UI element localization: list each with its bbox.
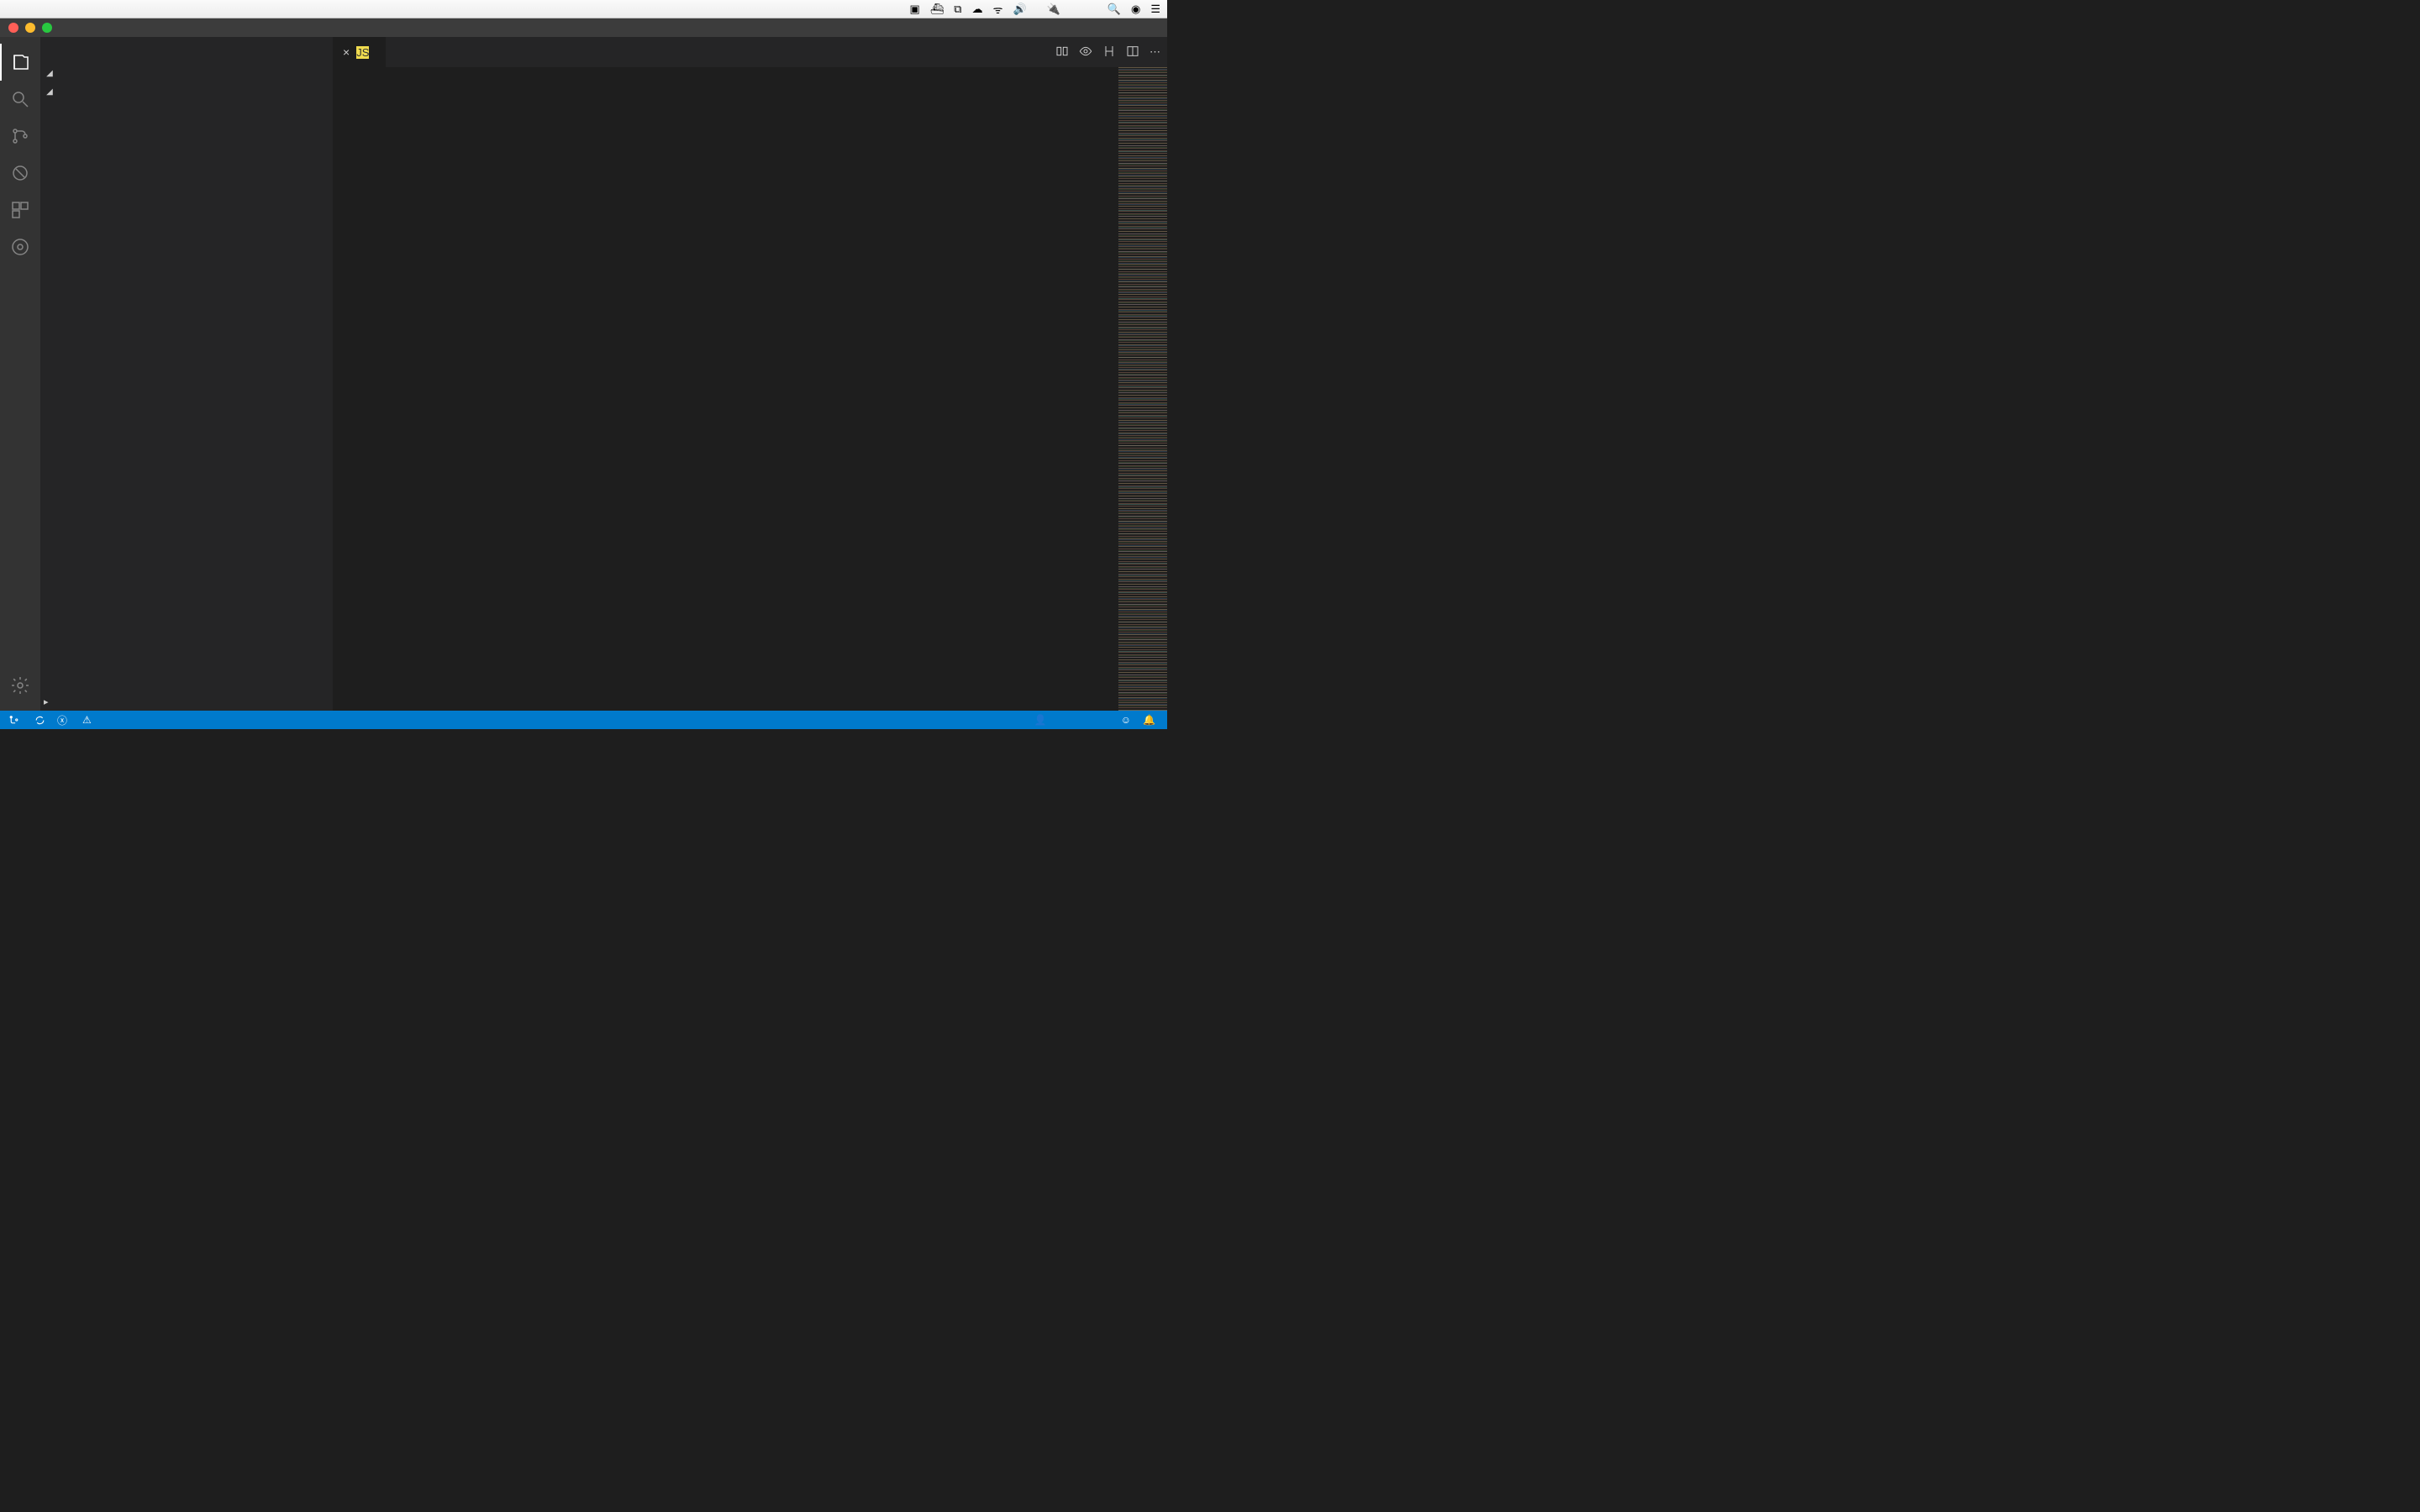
editor-content[interactable] bbox=[333, 67, 1167, 711]
window-titlebar bbox=[0, 18, 1167, 37]
notifications-button[interactable]: 🔔 bbox=[1143, 714, 1159, 726]
code-area[interactable] bbox=[380, 67, 1167, 711]
minimap[interactable] bbox=[1118, 67, 1167, 711]
notification-center-icon[interactable]: ☰ bbox=[1150, 3, 1160, 16]
compare-icon[interactable] bbox=[1055, 45, 1069, 60]
editor-area: × JS ⋯ bbox=[333, 37, 1167, 711]
activity-debug[interactable] bbox=[0, 155, 40, 192]
open-editors-section[interactable]: ◢ bbox=[40, 64, 333, 82]
js-file-icon: JS bbox=[356, 46, 369, 59]
activity-git[interactable] bbox=[0, 118, 40, 155]
cloud-icon[interactable]: ☁ bbox=[972, 3, 983, 16]
blame-status[interactable]: 👤 bbox=[1034, 714, 1050, 726]
outline-section[interactable]: ▸ bbox=[40, 692, 333, 711]
chevron-down-icon: ◢ bbox=[44, 69, 55, 78]
problems-errors[interactable]: ⓧ bbox=[57, 713, 71, 727]
line-gutter bbox=[333, 67, 380, 711]
diff-icon[interactable] bbox=[1102, 45, 1116, 60]
tab-bar: × JS ⋯ bbox=[333, 37, 1167, 67]
activity-search[interactable] bbox=[0, 81, 40, 118]
activity-explorer[interactable] bbox=[0, 44, 40, 81]
battery-icon[interactable]: 🔌 bbox=[1047, 3, 1060, 16]
spotlight-icon[interactable]: 🔍 bbox=[1107, 3, 1121, 16]
problems-warnings[interactable]: ⚠ bbox=[82, 714, 95, 726]
git-branch[interactable] bbox=[8, 715, 23, 726]
sync-button[interactable] bbox=[34, 715, 45, 726]
project-section[interactable]: ◢ bbox=[40, 82, 333, 101]
window-minimize-button[interactable] bbox=[25, 23, 35, 33]
docker-icon[interactable]: ⛴ bbox=[930, 3, 944, 16]
split-icon[interactable] bbox=[1126, 45, 1139, 60]
close-icon[interactable]: × bbox=[343, 45, 350, 59]
more-icon[interactable]: ⋯ bbox=[1150, 45, 1160, 59]
feedback-button[interactable]: ☺ bbox=[1121, 714, 1131, 726]
chevron-right-icon: ▸ bbox=[44, 696, 49, 707]
activity-settings[interactable] bbox=[0, 667, 40, 704]
dropbox-icon[interactable]: ⧉ bbox=[954, 3, 961, 16]
preview-icon[interactable] bbox=[1079, 45, 1092, 60]
status-icon[interactable]: ▣ bbox=[909, 3, 919, 16]
window-zoom-button[interactable] bbox=[42, 23, 52, 33]
siri-icon[interactable]: ◉ bbox=[1131, 3, 1140, 16]
volume-icon[interactable]: 🔊 bbox=[1013, 3, 1026, 16]
activity-gitlens[interactable] bbox=[0, 228, 40, 265]
wifi-icon[interactable]: ᯤ bbox=[993, 2, 1003, 17]
window-close-button[interactable] bbox=[8, 23, 18, 33]
status-bar: ⓧ ⚠ 👤 ☺ 🔔 bbox=[0, 711, 1167, 729]
file-tree bbox=[40, 101, 333, 692]
chevron-down-icon: ◢ bbox=[44, 87, 55, 97]
sidebar-title bbox=[40, 37, 333, 64]
explorer-sidebar: ◢ ◢ ▸ bbox=[40, 37, 333, 711]
activity-bar bbox=[0, 37, 40, 711]
macos-menubar: ▣ ⛴ ⧉ ☁ ᯤ 🔊 🔌 🔍 ◉ ☰ bbox=[0, 0, 1167, 18]
activity-extensions[interactable] bbox=[0, 192, 40, 228]
tab-test-main[interactable]: × JS bbox=[333, 37, 387, 67]
